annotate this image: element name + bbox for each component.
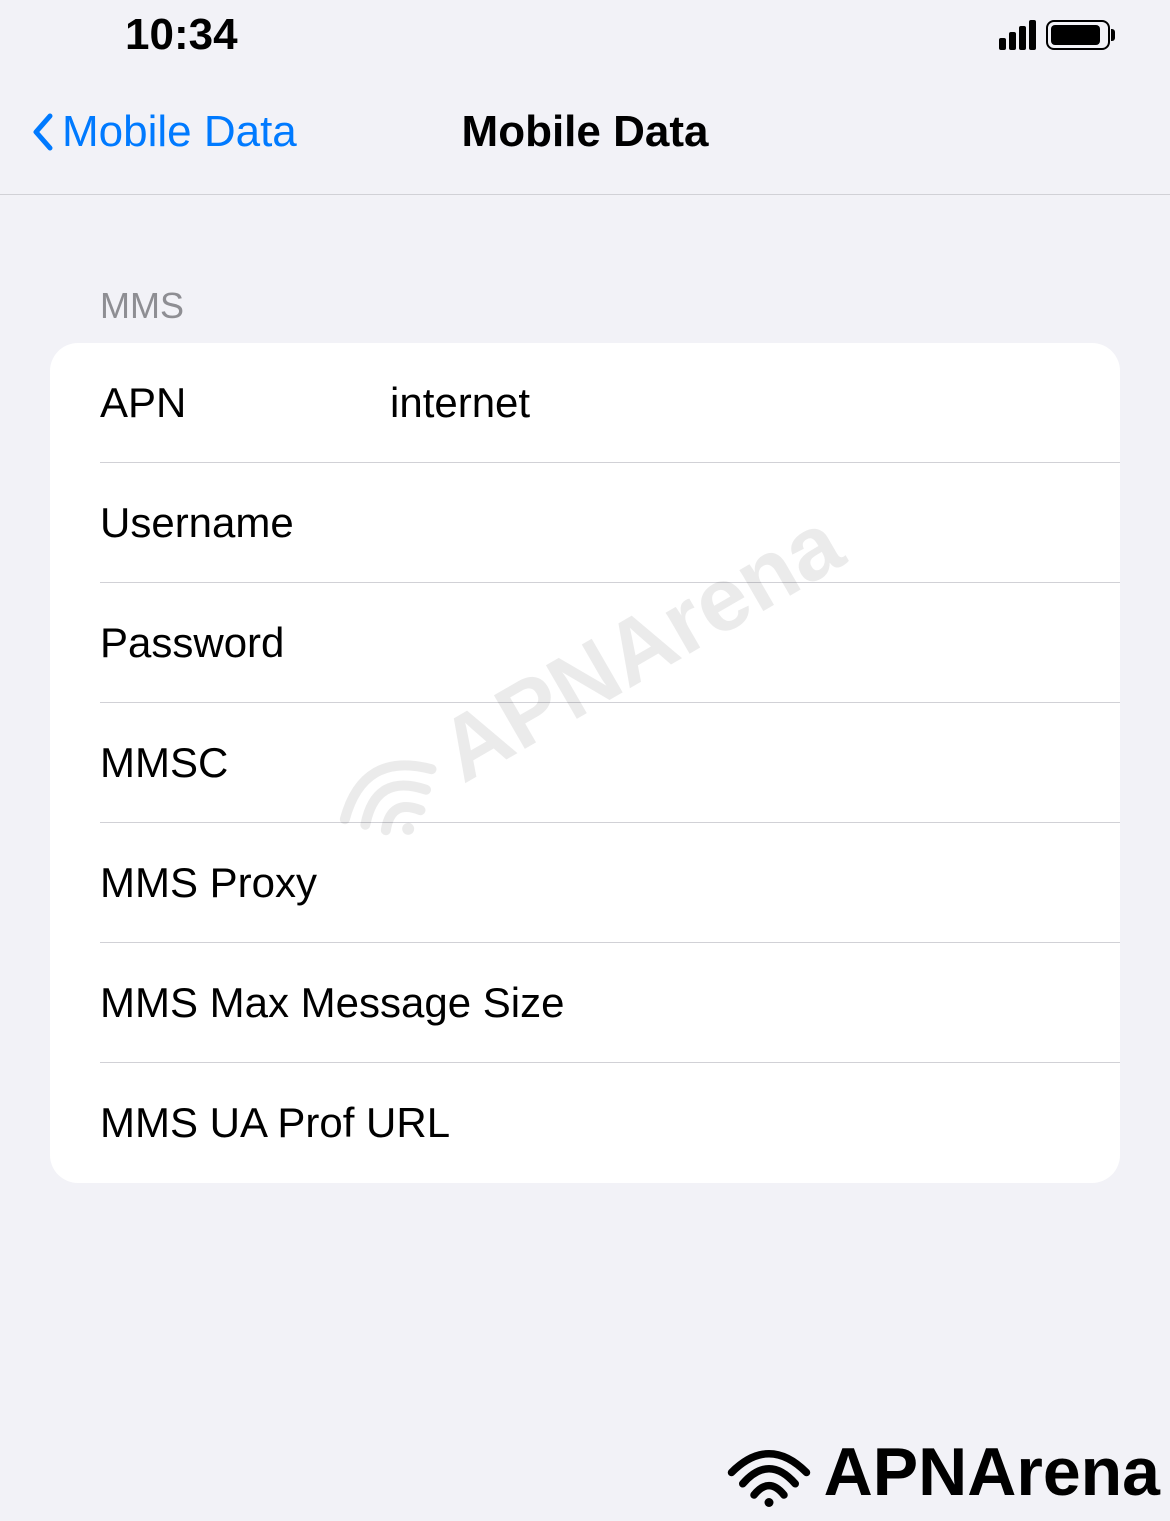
mms-max-size-input[interactable] [564, 979, 1105, 1027]
back-button-label: Mobile Data [62, 107, 297, 157]
mms-max-size-label: MMS Max Message Size [100, 979, 564, 1027]
username-input[interactable] [390, 499, 1070, 547]
watermark-bottom-text: APNArena [824, 1433, 1160, 1511]
cellular-signal-icon [999, 20, 1036, 50]
settings-row-mms-proxy[interactable]: MMS Proxy [50, 823, 1120, 943]
settings-row-mms-max-size[interactable]: MMS Max Message Size [50, 943, 1120, 1063]
mms-proxy-label: MMS Proxy [100, 859, 390, 907]
content-area: MMS APN Username Password MMSC MMS Proxy… [0, 195, 1170, 1183]
settings-row-password[interactable]: Password [50, 583, 1120, 703]
chevron-left-icon [30, 112, 54, 152]
mmsc-label: MMSC [100, 739, 390, 787]
status-indicators [999, 20, 1110, 50]
navigation-bar: Mobile Data Mobile Data [0, 70, 1170, 195]
mms-ua-prof-url-input[interactable] [450, 1099, 1070, 1147]
wifi-icon [724, 1435, 814, 1510]
settings-row-apn[interactable]: APN [50, 343, 1120, 463]
status-time: 10:34 [125, 10, 238, 60]
mms-proxy-input[interactable] [390, 859, 1070, 907]
settings-group-mms: APN Username Password MMSC MMS Proxy MMS… [50, 343, 1120, 1183]
password-label: Password [100, 619, 390, 667]
back-button[interactable]: Mobile Data [30, 107, 297, 157]
username-label: Username [100, 499, 390, 547]
section-header-mms: MMS [0, 285, 1170, 343]
page-title: Mobile Data [462, 107, 709, 157]
apn-input[interactable] [390, 379, 1070, 427]
status-bar: 10:34 [0, 0, 1170, 70]
settings-row-mms-ua-prof-url[interactable]: MMS UA Prof URL [50, 1063, 1120, 1183]
watermark-bottom: APNArena [724, 1433, 1160, 1511]
settings-row-username[interactable]: Username [50, 463, 1120, 583]
battery-icon [1046, 20, 1110, 50]
mmsc-input[interactable] [390, 739, 1070, 787]
apn-label: APN [100, 379, 390, 427]
settings-row-mmsc[interactable]: MMSC [50, 703, 1120, 823]
password-input[interactable] [390, 619, 1070, 667]
mms-ua-prof-url-label: MMS UA Prof URL [100, 1099, 450, 1147]
